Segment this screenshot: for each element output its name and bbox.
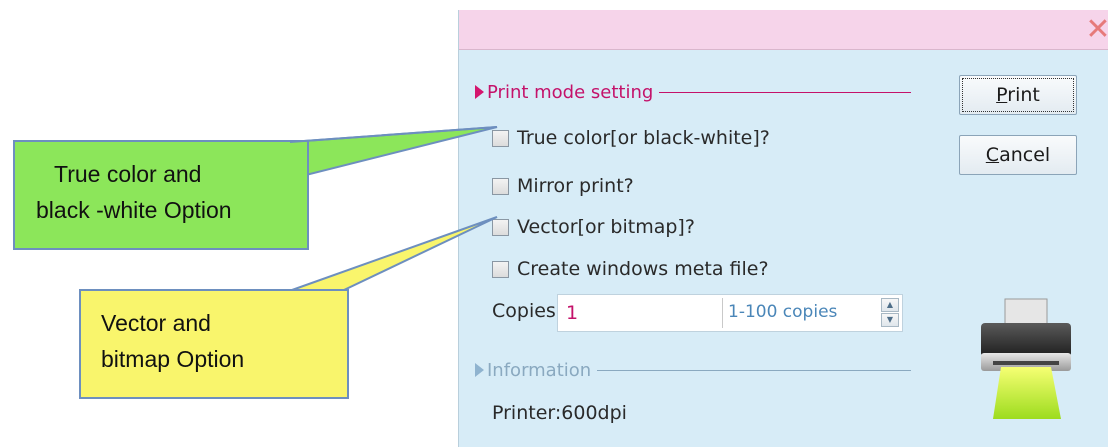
true-color-checkbox[interactable]: True color[or black-white]? bbox=[492, 125, 770, 151]
checkbox-box[interactable] bbox=[492, 129, 509, 147]
close-icon[interactable]: ✕ bbox=[1081, 10, 1108, 49]
section-arrow-icon bbox=[475, 363, 484, 377]
copies-range-hint: 1-100 copies bbox=[728, 302, 838, 322]
printer-info-text: Printer:600dpi bbox=[492, 402, 627, 424]
spin-up-icon[interactable]: ▲ bbox=[881, 298, 899, 312]
section-divider bbox=[597, 369, 911, 371]
information-section-header: Information bbox=[475, 358, 911, 382]
checkbox-box[interactable] bbox=[492, 177, 509, 195]
copies-field: 1-100 copies ▲ ▼ bbox=[557, 294, 903, 332]
copies-label: Copies: bbox=[492, 300, 563, 322]
print-dialog: ✕ Print mode setting True color[or black… bbox=[458, 10, 1108, 447]
vector-bitmap-checkbox[interactable]: Vector[or bitmap]? bbox=[492, 214, 695, 240]
copies-stepper[interactable]: ▲ ▼ bbox=[881, 298, 899, 328]
cancel-button[interactable]: Cancel bbox=[959, 135, 1077, 175]
vector-bitmap-label: Vector[or bitmap]? bbox=[517, 216, 695, 238]
cancel-mnemonic: C bbox=[985, 144, 1000, 166]
true-color-label: True color[or black-white]? bbox=[517, 127, 770, 149]
callout-true-color: True color and black -white Option bbox=[36, 156, 306, 228]
print-button[interactable]: Print bbox=[959, 75, 1077, 115]
callout-vector-bitmap: Vector and bitmap Option bbox=[101, 305, 351, 377]
information-section-label: Information bbox=[487, 359, 592, 381]
copies-separator bbox=[722, 298, 723, 328]
section-divider bbox=[659, 91, 911, 93]
checkbox-box[interactable] bbox=[492, 218, 509, 236]
title-bar: ✕ bbox=[459, 10, 1108, 50]
print-mode-section-header: Print mode setting bbox=[475, 80, 911, 104]
callout-line: black -white Option bbox=[36, 197, 232, 223]
mirror-print-label: Mirror print? bbox=[517, 175, 634, 197]
create-meta-file-label: Create windows meta file? bbox=[517, 258, 769, 280]
mirror-print-checkbox[interactable]: Mirror print? bbox=[492, 173, 634, 199]
callout-line: Vector and bbox=[101, 310, 211, 336]
printer-icon bbox=[981, 298, 1071, 419]
callout-line: True color and bbox=[54, 161, 202, 187]
create-meta-file-checkbox[interactable]: Create windows meta file? bbox=[492, 256, 769, 282]
callout-line: bitmap Option bbox=[101, 346, 245, 372]
section-arrow-icon bbox=[475, 85, 484, 99]
print-mode-section-label: Print mode setting bbox=[487, 81, 654, 103]
print-mnemonic: P bbox=[996, 84, 1008, 106]
print-button-label: rint bbox=[1007, 84, 1040, 106]
spin-down-icon[interactable]: ▼ bbox=[881, 313, 899, 327]
checkbox-box[interactable] bbox=[492, 260, 509, 278]
cancel-button-label: ancel bbox=[999, 144, 1051, 166]
